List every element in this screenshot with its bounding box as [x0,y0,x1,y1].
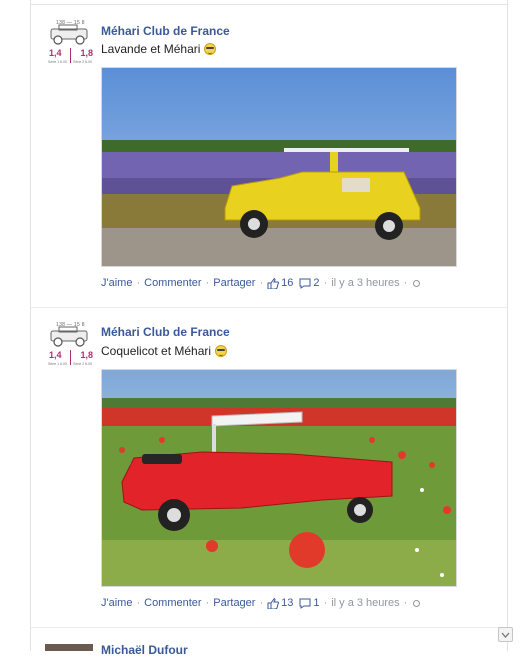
thumbs-up-icon [267,597,280,609]
cool-smiley-icon [204,43,217,55]
post-message: Lavande et Méhari [101,42,217,56]
post-actions: J'aime · Commenter · Partager · 16 2 · i… [101,277,421,289]
comment-bubble-icon [299,598,311,609]
comment-link[interactable]: Commenter [144,597,201,609]
news-feed: 138 — 15 8 1,4 1,8 Série 1 6.00 Série 2 6.… [30,0,508,657]
like-link[interactable]: J'aime [101,597,132,609]
avatar-sub-left: Série 1 6.00 [48,362,67,366]
divider [31,307,507,308]
avatar-number-left: 1,4 [49,48,62,58]
divider [31,627,507,628]
post-author[interactable]: Méhari Club de France [101,325,230,339]
avatar-sub-right: Série 2 6.00 [73,362,92,366]
post-photo[interactable] [101,369,457,587]
post-message-text: Lavande et Méhari [101,42,201,56]
post-actions: J'aime · Commenter · Partager · 13 1 · i… [101,597,421,609]
comment-count[interactable]: 1 [299,597,320,609]
like-count-value: 16 [281,277,294,289]
like-count-value: 13 [281,597,294,609]
avatar-number-left: 1,4 [49,350,62,360]
avatar-sub-right: Série 2 6.00 [73,60,92,64]
avatar-number-right: 1,8 [80,48,93,58]
divider [31,4,507,5]
page-avatar[interactable]: 138 — 15 8 1,4 1,8 Série 1 6.00 Série 2 6.… [45,19,93,67]
post-author[interactable]: Méhari Club de France [101,24,230,38]
poppy-car-photo [102,370,456,586]
thumbs-up-icon [267,277,280,289]
page-avatar[interactable]: 138 — 15 8 1,4 1,8 Série 1 6.00 Série 2 6.… [45,321,93,369]
lavender-car-photo [102,68,456,266]
like-link[interactable]: J'aime [101,277,132,289]
comment-link[interactable]: Commenter [144,277,201,289]
avatar-number-right: 1,8 [80,350,93,360]
car-logo-icon [50,326,88,347]
comment-bubble-icon [299,278,311,289]
post-message: Coquelicot et Méhari [101,344,228,358]
share-link[interactable]: Partager [213,277,255,289]
post-message-text: Coquelicot et Méhari [101,344,212,358]
like-count[interactable]: 16 [267,277,293,289]
chevron-down-icon [501,632,510,638]
globe-icon [413,279,421,287]
post-timestamp[interactable]: il y a 3 heures [331,597,399,609]
car-logo-icon [50,24,88,45]
like-count[interactable]: 13 [267,597,293,609]
avatar-sub-left: Série 1 6.00 [48,60,67,64]
scroll-down-button[interactable] [498,627,513,642]
share-link[interactable]: Partager [213,597,255,609]
cool-smiley-icon [215,345,228,357]
comment-count[interactable]: 2 [299,277,320,289]
globe-icon [413,599,421,607]
post-timestamp[interactable]: il y a 3 heures [331,277,399,289]
next-post-author[interactable]: Michaël Dufour [101,643,188,657]
next-post-avatar[interactable] [45,644,93,651]
post-photo[interactable] [101,67,457,267]
